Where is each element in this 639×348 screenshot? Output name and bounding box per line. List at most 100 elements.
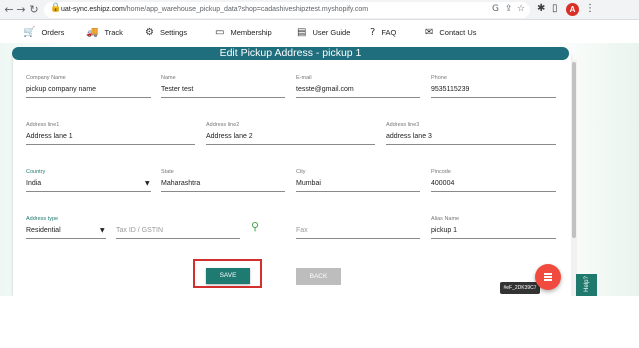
- city-label: City: [296, 169, 306, 175]
- gear-icon: ⚙: [145, 26, 154, 38]
- url-text: uat-sync.eshipz.com/home/app_warehouse_p…: [61, 4, 368, 16]
- address-line3-field[interactable]: Address line3 address lane 3: [386, 122, 556, 146]
- address-bar[interactable]: 🔒 uat-sync.eshipz.com/home/app_warehouse…: [44, 2, 530, 18]
- save-button[interactable]: SAVE: [206, 268, 250, 284]
- state-field[interactable]: State Maharashtra: [161, 169, 285, 193]
- email-value: tesste@gmail.com: [296, 86, 354, 93]
- bookmark-star-icon[interactable]: ☆: [517, 4, 525, 14]
- mail-icon: ✉: [425, 26, 434, 38]
- company-name-value: pickup company name: [26, 86, 97, 93]
- email-field[interactable]: E-mail tesste@gmail.com: [296, 75, 420, 99]
- alias-name-value: pickup 1: [431, 227, 458, 234]
- country-label: Country: [26, 169, 46, 175]
- nav-contact-us-label: Contact Us: [439, 27, 477, 37]
- field-underline: [161, 191, 285, 192]
- caret-down-icon: ▼: [145, 180, 150, 187]
- forward-arrow-icon[interactable]: →: [15, 3, 27, 17]
- card-scrollbar[interactable]: [571, 60, 577, 296]
- phone-field[interactable]: Phone 9535115239: [431, 75, 556, 99]
- address-line1-field[interactable]: Address line1 Address lane 1: [26, 122, 195, 146]
- card-icon: ▭: [215, 26, 225, 38]
- alias-name-field[interactable]: Alias Name pickup 1: [431, 216, 556, 240]
- page-title: Edit Pickup Address - pickup 1: [12, 47, 569, 60]
- tax-id-input[interactable]: Tax ID / GSTIN: [116, 216, 240, 240]
- profile-avatar[interactable]: A: [566, 3, 579, 16]
- help-tab[interactable]: Help?: [576, 274, 597, 296]
- address-line1-label: Address line1: [26, 122, 60, 128]
- blank-area: [0, 296, 639, 348]
- address-line1-value: Address lane 1: [26, 133, 73, 140]
- document-icon: ▤: [297, 26, 307, 38]
- reload-icon[interactable]: ↻: [28, 3, 40, 17]
- truck-icon: 🚚: [86, 26, 99, 38]
- field-underline: [296, 191, 420, 192]
- back-button[interactable]: BACK: [296, 268, 341, 285]
- caret-down-icon: ▼: [100, 227, 105, 234]
- field-underline: [431, 191, 556, 192]
- address-line2-field[interactable]: Address line2 Address lane 2: [206, 122, 375, 146]
- address-line3-label: Address line3: [386, 122, 420, 128]
- fax-input[interactable]: Fax: [296, 216, 420, 240]
- nav-orders-label: Orders: [41, 27, 65, 37]
- url-path: /home/app_warehouse_pickup_data?shop=cad…: [124, 6, 369, 13]
- search-icon[interactable]: ⚲: [251, 220, 259, 233]
- tooltip: #eF_2DK39C7: [500, 282, 540, 294]
- name-value: Tester test: [161, 86, 194, 93]
- field-underline: [431, 238, 556, 239]
- nav-membership-label: Membership: [230, 27, 272, 37]
- address-line2-value: Address lane 2: [206, 133, 253, 140]
- address-type-label: Address type: [26, 216, 59, 222]
- email-label: E-mail: [296, 75, 312, 81]
- alias-name-label: Alias Name: [431, 216, 460, 222]
- back-arrow-icon[interactable]: ←: [3, 3, 15, 17]
- country-select[interactable]: Country India ▼: [26, 169, 151, 193]
- nav-contact-us[interactable]: ✉ Contact Us: [425, 25, 477, 39]
- scrollbar-thumb[interactable]: [572, 62, 576, 238]
- browser-toolbar: ← → ↻ 🔒 uat-sync.eshipz.com/home/app_war…: [0, 0, 639, 20]
- company-name-field[interactable]: Company Name pickup company name: [26, 75, 151, 99]
- menu-fab-button[interactable]: [535, 264, 561, 290]
- nav-user-guide[interactable]: ▤ User Guide: [297, 25, 350, 39]
- pincode-label: Pincode: [431, 169, 451, 175]
- side-panel-icon[interactable]: ▯: [552, 3, 558, 14]
- pincode-field[interactable]: Pincode 400004: [431, 169, 556, 193]
- field-underline: [431, 97, 556, 98]
- phone-value: 9535115239: [431, 86, 470, 93]
- nav-user-guide-label: User Guide: [312, 27, 351, 37]
- field-underline: [26, 238, 106, 239]
- more-menu-icon[interactable]: ⋮: [585, 3, 595, 14]
- viewport: { "browser": { "url_host": "uat-sync.esh…: [0, 0, 639, 348]
- state-value: Maharashtra: [161, 180, 201, 187]
- menu-icon: [544, 273, 552, 281]
- lock-icon: 🔒: [50, 3, 62, 13]
- tax-id-placeholder: Tax ID / GSTIN: [116, 227, 164, 234]
- nav-orders[interactable]: 🛒 Orders: [23, 25, 64, 39]
- field-underline: [296, 238, 420, 239]
- name-label: Name: [161, 75, 176, 81]
- city-field[interactable]: City Mumbai: [296, 169, 420, 193]
- fax-placeholder: Fax: [296, 227, 308, 234]
- field-underline: [386, 144, 556, 145]
- nav-track-label: Track: [104, 27, 123, 37]
- google-lens-icon[interactable]: G: [492, 4, 499, 14]
- city-value: Mumbai: [296, 180, 321, 187]
- nav-faq[interactable]: ? FAQ: [370, 25, 396, 39]
- address-line2-label: Address line2: [206, 122, 240, 128]
- field-underline: [26, 191, 151, 192]
- share-icon[interactable]: ⇪: [505, 4, 513, 14]
- nav-track[interactable]: 🚚 Track: [86, 25, 123, 39]
- cart-icon: 🛒: [23, 26, 36, 38]
- state-label: State: [161, 169, 174, 175]
- nav-membership[interactable]: ▭ Membership: [215, 25, 272, 39]
- extensions-puzzle-icon[interactable]: ✱: [537, 3, 545, 14]
- name-field[interactable]: Name Tester test: [161, 75, 285, 99]
- field-underline: [26, 144, 195, 145]
- address-type-select[interactable]: Address type Residential ▼: [26, 216, 106, 240]
- field-underline: [26, 97, 151, 98]
- country-value: India: [26, 180, 42, 187]
- company-name-label: Company Name: [26, 75, 66, 81]
- field-underline: [116, 238, 240, 239]
- help-tab-label: Help?: [584, 276, 590, 292]
- nav-settings[interactable]: ⚙ Settings: [145, 25, 187, 39]
- address-type-value: Residential: [26, 227, 61, 234]
